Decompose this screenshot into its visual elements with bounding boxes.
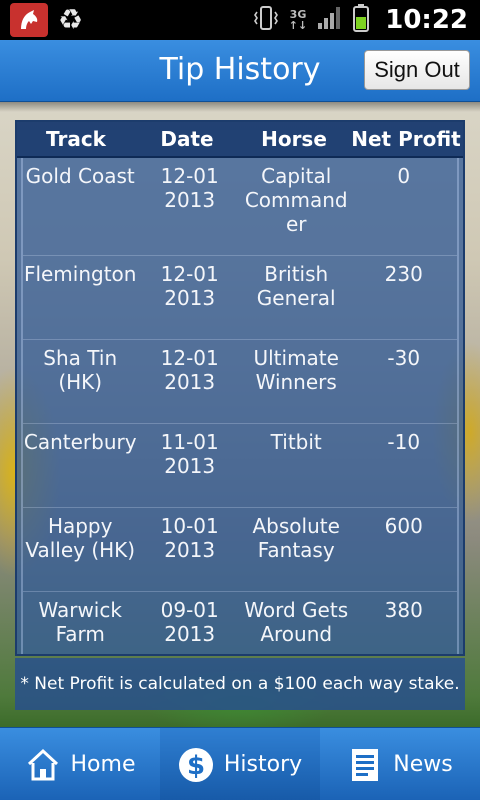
signal-icon <box>317 6 343 34</box>
column-header-horse: Horse <box>261 127 327 151</box>
cell-date: 11-01 2013 <box>160 430 219 478</box>
header-shadow <box>0 102 480 112</box>
cell-net-profit: 380 <box>384 598 423 622</box>
table-row[interactable]: Gold Coast 12-01 2013 Capital Command er 0 <box>23 158 457 256</box>
cell-net-profit: 0 <box>397 164 411 188</box>
clock: 10:22 <box>385 5 468 35</box>
cell-track: Happy Valley (HK) <box>25 514 136 562</box>
column-header-date: Date <box>160 127 214 151</box>
horse-logo-icon[interactable] <box>10 3 48 37</box>
battery-icon <box>353 4 370 36</box>
network-type: 3G ↑↓ <box>289 9 307 31</box>
cell-net-profit: -10 <box>387 430 421 454</box>
cell-track: Warwick Farm <box>38 598 122 646</box>
nav-home[interactable]: Home <box>0 728 160 800</box>
table-header: Track Date Horse Net Profit <box>17 122 463 158</box>
vibrate-icon <box>253 4 279 36</box>
cell-date: 10-01 2013 <box>160 514 219 562</box>
table-row[interactable]: Happy Valley (HK) 10-01 2013 Absolute Fanta… <box>23 508 457 592</box>
net-profit-footnote: * Net Profit is calculated on a $100 eac… <box>15 658 465 710</box>
cell-horse: Absolute Fantasy <box>252 514 340 562</box>
cell-net-profit: 600 <box>384 514 423 538</box>
status-bar: ♻ 3G ↑↓ 10:22 <box>0 0 480 40</box>
column-header-net-profit: Net Profit <box>351 127 461 151</box>
cell-track: Flemington <box>23 262 137 286</box>
table-row[interactable]: Warwick Farm 09-01 2013 Word Gets Around 38… <box>23 592 457 654</box>
table-body[interactable]: Gold Coast 12-01 2013 Capital Command er 0 … <box>21 158 459 654</box>
cell-horse: Ultimate Winners <box>253 346 339 394</box>
cell-net-profit: 230 <box>384 262 423 286</box>
cell-track: Canterbury <box>23 430 137 454</box>
network-activity: ↑↓ <box>288 19 308 32</box>
document-icon <box>347 747 383 783</box>
cell-horse: Titbit <box>270 430 322 454</box>
app-header: Tip History Sign Out <box>0 40 480 102</box>
svg-text:$: $ <box>187 751 205 781</box>
cell-net-profit: -30 <box>387 346 421 370</box>
tip-history-table: Track Date Horse Net Profit Gold Coast 1… <box>15 120 465 656</box>
table-row[interactable]: Flemington 12-01 2013 British General 230 <box>23 256 457 340</box>
cell-horse: Word Gets Around <box>244 598 349 646</box>
cell-date: 09-01 2013 <box>160 598 219 646</box>
nav-news-label: News <box>393 752 453 777</box>
nav-home-label: Home <box>70 752 136 777</box>
cell-horse: British General <box>256 262 336 310</box>
cell-date: 12-01 2013 <box>160 262 219 310</box>
cell-date: 12-01 2013 <box>160 346 219 394</box>
recycle-icon: ♻ <box>58 3 84 36</box>
cell-track: Gold Coast <box>25 164 135 188</box>
cell-track: Sha Tin (HK) <box>43 346 118 394</box>
sign-out-button[interactable]: Sign Out <box>364 50 470 90</box>
table-row[interactable]: Canterbury 11-01 2013 Titbit -10 <box>23 424 457 508</box>
cell-date: 12-01 2013 <box>160 164 219 212</box>
nav-history[interactable]: $ History <box>160 728 320 800</box>
bottom-navigation: Home $ History News <box>0 727 480 800</box>
nav-history-label: History <box>223 752 303 777</box>
cell-horse: Capital Command er <box>244 164 348 236</box>
nav-news[interactable]: News <box>320 728 480 800</box>
dollar-icon: $ <box>178 747 214 783</box>
home-icon <box>25 747 61 783</box>
table-row[interactable]: Sha Tin (HK) 12-01 2013 Ultimate Winners -3… <box>23 340 457 424</box>
column-header-track: Track <box>46 127 106 151</box>
